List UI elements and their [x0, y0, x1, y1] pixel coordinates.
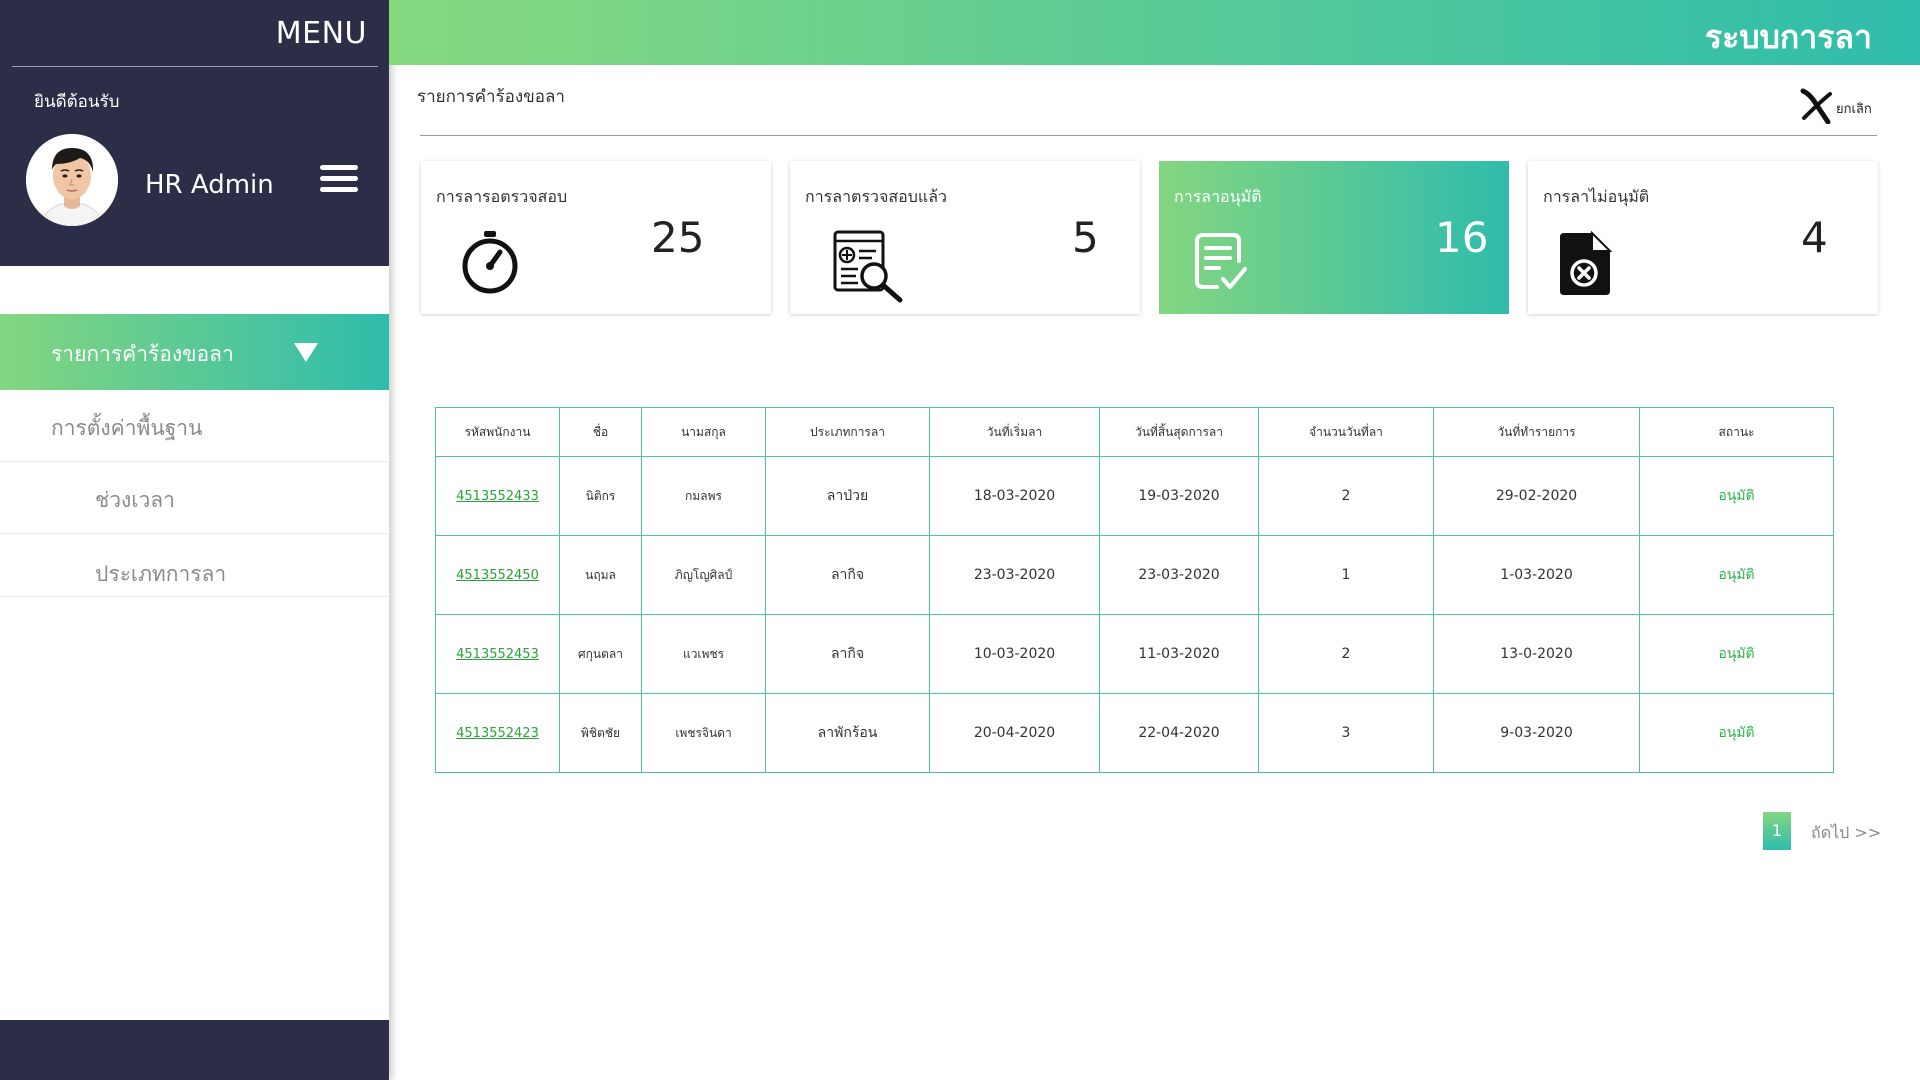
- sidebar-footer: [0, 1020, 389, 1080]
- column-header: สถานะ: [1639, 407, 1834, 457]
- stat-card-value: 4: [1801, 213, 1828, 262]
- stat-card-label: การลาไม่อนุมัติ: [1543, 187, 1650, 206]
- days-cell: 2: [1258, 614, 1434, 694]
- last-name-cell: แวเพชร: [641, 614, 766, 694]
- leave-request-table: รหัสพนักงาน ชื่อ นามสกุล ประเภทการลา วัน…: [435, 407, 1834, 773]
- sidebar-item-leave-types[interactable]: ประเภทการลา: [0, 534, 389, 597]
- stat-card-rejected[interactable]: การลาไม่อนุมัติ 4: [1528, 161, 1878, 314]
- table-row: 4513552453 ศกุนตลา แวเพชร ลากิจ 10-03-20…: [435, 614, 1834, 694]
- request-date-cell: 9-03-2020: [1433, 693, 1640, 773]
- document-reject-icon: [1560, 231, 1612, 295]
- sidebar-header: MENU ยินดีต้อนรับ HR Admin: [0, 0, 389, 266]
- timer-icon: [462, 231, 518, 294]
- start-date-cell: 20-04-2020: [929, 693, 1100, 773]
- status-cell: อนุมัติ: [1639, 456, 1834, 536]
- column-header: นามสกุล: [641, 407, 766, 457]
- sidebar-item-label: ประเภทการลา: [95, 562, 227, 586]
- request-date-cell: 29-02-2020: [1433, 456, 1640, 536]
- sidebar-item-label: ช่วงเวลา: [95, 488, 175, 512]
- start-date-cell: 23-03-2020: [929, 535, 1100, 615]
- stat-card-approved[interactable]: การลาอนุมัติ 16: [1159, 161, 1509, 314]
- cancel-label: ยกเลิก: [1836, 102, 1872, 117]
- table-row: 4513552450 นฤมล ภิญโญศิลป์ ลากิจ 23-03-2…: [435, 535, 1834, 615]
- stat-card-label: การลารอตรวจสอบ: [436, 187, 568, 206]
- last-name-cell: กมลพร: [641, 456, 766, 536]
- first-name-cell: นิติกร: [559, 456, 642, 536]
- page-title: รายการคำร้องขอลา: [417, 87, 565, 107]
- last-name-cell: ภิญโญศิลป์: [641, 535, 766, 615]
- column-header: วันที่เริ่มลา: [929, 407, 1100, 457]
- stat-card-value: 5: [1072, 213, 1099, 262]
- column-header: ชื่อ: [559, 407, 642, 457]
- employee-id-link[interactable]: 4513552433: [456, 489, 539, 504]
- welcome-text: ยินดีต้อนรับ: [34, 92, 120, 112]
- leave-type-cell: ลากิจ: [765, 535, 930, 615]
- stat-card-pending[interactable]: การลารอตรวจสอบ 25: [421, 161, 771, 314]
- days-cell: 3: [1258, 693, 1434, 773]
- request-date-cell: 1-03-2020: [1433, 535, 1640, 615]
- days-cell: 1: [1258, 535, 1434, 615]
- request-date-cell: 13-0-2020: [1433, 614, 1640, 694]
- top-header: ระบบการลา: [389, 0, 1920, 65]
- hamburger-menu-icon[interactable]: [320, 165, 358, 193]
- last-name-cell: เพชรจินดา: [641, 693, 766, 773]
- end-date-cell: 22-04-2020: [1099, 693, 1259, 773]
- end-date-cell: 11-03-2020: [1099, 614, 1259, 694]
- end-date-cell: 19-03-2020: [1099, 456, 1259, 536]
- status-cell: อนุมัติ: [1639, 535, 1834, 615]
- sidebar-item-label: การตั้งค่าพื้นฐาน: [51, 416, 203, 440]
- menu-divider: [12, 66, 378, 67]
- first-name-cell: พิชิตชัย: [559, 693, 642, 773]
- user-name: HR Admin: [145, 170, 274, 200]
- sidebar-item-basic-settings[interactable]: การตั้งค่าพื้นฐาน: [0, 390, 389, 462]
- leave-type-cell: ลาป่วย: [765, 456, 930, 536]
- status-cell: อนุมัติ: [1639, 614, 1834, 694]
- document-search-icon: [833, 230, 903, 303]
- start-date-cell: 18-03-2020: [929, 456, 1100, 536]
- pagination-page-1[interactable]: 1: [1763, 812, 1791, 850]
- sidebar-item-leave-requests[interactable]: รายการคำร้องขอลา: [0, 314, 389, 390]
- stat-card-label: การลาอนุมัติ: [1174, 187, 1262, 206]
- stat-card-checked[interactable]: การลาตรวจสอบแล้ว 5: [790, 161, 1140, 314]
- caret-down-icon: [294, 343, 318, 362]
- table-row: 4513552423 พิชิตชัย เพชรจินดา ลาพักร้อน …: [435, 693, 1834, 773]
- employee-id-link[interactable]: 4513552423: [456, 726, 539, 741]
- end-date-cell: 23-03-2020: [1099, 535, 1259, 615]
- first-name-cell: ศกุนตลา: [559, 614, 642, 694]
- sidebar-item-label: รายการคำร้องขอลา: [51, 342, 234, 366]
- first-name-cell: นฤมล: [559, 535, 642, 615]
- pagination-next-link[interactable]: ถัดไป >>: [1811, 821, 1881, 846]
- avatar-person-icon: [26, 134, 118, 226]
- column-header: วันที่สิ้นสุดการลา: [1099, 407, 1259, 457]
- avatar: [26, 134, 118, 226]
- menu-title: MENU: [275, 16, 367, 51]
- close-x-icon: [1800, 88, 1832, 124]
- stat-card-value: 25: [651, 213, 705, 262]
- cancel-button[interactable]: ยกเลิก: [1800, 88, 1875, 124]
- stat-card-value: 16: [1435, 213, 1489, 262]
- table-header-row: รหัสพนักงาน ชื่อ นามสกุล ประเภทการลา วัน…: [435, 407, 1834, 457]
- content-divider: [420, 135, 1877, 136]
- column-header: วันที่ทำรายการ: [1433, 407, 1640, 457]
- status-cell: อนุมัติ: [1639, 693, 1834, 773]
- leave-type-cell: ลากิจ: [765, 614, 930, 694]
- sidebar-item-time-period[interactable]: ช่วงเวลา: [0, 462, 389, 534]
- app-title: ระบบการลา: [1704, 18, 1872, 56]
- sidebar: MENU ยินดีต้อนรับ HR Admin รายการคำร้องข…: [0, 0, 389, 1080]
- stat-card-label: การลาตรวจสอบแล้ว: [805, 187, 948, 206]
- employee-id-link[interactable]: 4513552453: [456, 647, 539, 662]
- column-header: จำนวนวันที่ลา: [1258, 407, 1434, 457]
- employee-id-link[interactable]: 4513552450: [456, 568, 539, 583]
- days-cell: 2: [1258, 456, 1434, 536]
- table-row: 4513552433 นิติกร กมลพร ลาป่วย 18-03-202…: [435, 456, 1834, 536]
- leave-type-cell: ลาพักร้อน: [765, 693, 930, 773]
- start-date-cell: 10-03-2020: [929, 614, 1100, 694]
- column-header: ประเภทการลา: [765, 407, 930, 457]
- column-header: รหัสพนักงาน: [435, 407, 560, 457]
- document-check-icon: [1195, 233, 1247, 289]
